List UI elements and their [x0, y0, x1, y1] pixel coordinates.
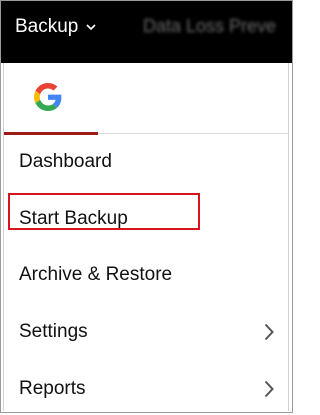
nav-tab-data-loss-prevention[interactable]: Data Loss Preve [143, 16, 276, 37]
backup-dropdown-menu: Dashboard Start Backup Archive & Restore… [3, 63, 289, 411]
backup-menu-button[interactable]: Backup [15, 15, 97, 39]
provider-tab-google[interactable] [4, 63, 98, 135]
google-icon [34, 83, 62, 111]
menu-item-dashboard[interactable]: Dashboard [4, 136, 288, 188]
menu-item-label: Start Backup [19, 208, 128, 229]
menu-item-label: Settings [19, 321, 88, 342]
tab-divider [98, 133, 288, 134]
menu-item-label: Reports [19, 378, 86, 399]
backup-menu-title: Backup [15, 16, 79, 37]
menu-item-label: Dashboard [19, 151, 112, 172]
chevron-right-icon [264, 380, 274, 398]
top-nav-bar: Backup Data Loss Preve [1, 1, 292, 63]
menu-item-label: Archive & Restore [19, 264, 173, 285]
menu-item-reports[interactable]: Reports [4, 363, 288, 415]
chevron-down-icon [86, 24, 96, 31]
menu-item-archive-restore[interactable]: Archive & Restore [4, 249, 288, 301]
chevron-right-icon [264, 323, 274, 341]
menu-item-settings[interactable]: Settings [4, 306, 288, 358]
menu-item-start-backup[interactable]: Start Backup [4, 193, 288, 245]
